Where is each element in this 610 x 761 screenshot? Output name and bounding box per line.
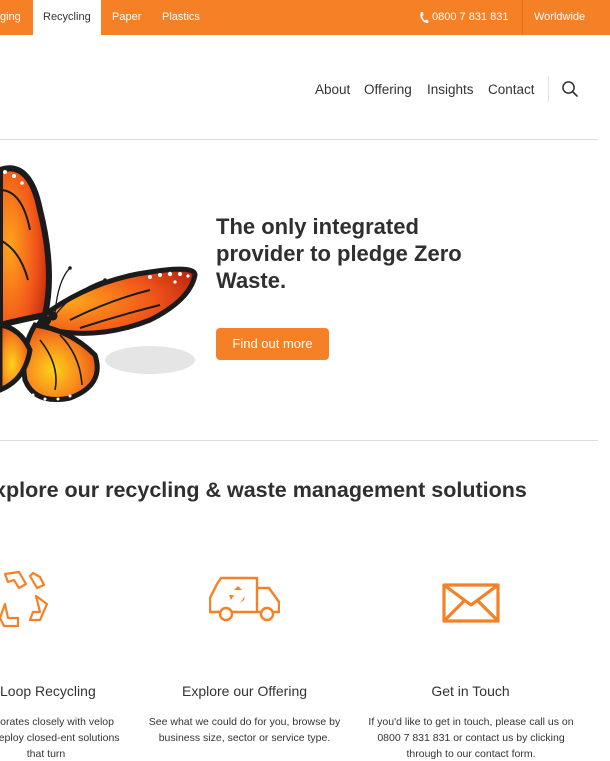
tab-plastics[interactable]: Plastics [162, 0, 200, 35]
nav-insights[interactable]: Insights [427, 80, 474, 100]
recycle-icon[interactable] [0, 568, 50, 630]
feature-description: See what we could do for you, browse by … [148, 716, 341, 744]
tab-recycling[interactable]: Recycling [33, 0, 101, 35]
section-divider [0, 440, 598, 441]
nav-divider [548, 76, 549, 102]
feature-description: ollaborates closely with velop and deplo… [0, 716, 120, 760]
phone-link[interactable]: 0800 7 831 831 [419, 0, 508, 35]
butterfly-image [0, 165, 198, 402]
nav-offering[interactable]: Offering [364, 80, 412, 100]
feature-title-loop-recycling[interactable]: Loop Recycling [0, 683, 96, 699]
phone-icon [420, 12, 429, 24]
search-icon[interactable] [561, 80, 579, 98]
feature-description: If you'd like to get in touch, please ca… [368, 716, 574, 760]
feature-title-explore-offering[interactable]: Explore our Offering [179, 683, 310, 699]
divider [522, 0, 523, 35]
recycling-truck-icon[interactable] [209, 576, 280, 622]
phone-number: 0800 7 831 831 [432, 11, 509, 23]
solutions-heading: xplore our recycling & waste management … [0, 478, 527, 502]
region-selector[interactable]: Worldwide [534, 0, 585, 35]
tab-packaging[interactable]: ging [0, 0, 21, 35]
nav-about[interactable]: About [315, 80, 350, 100]
header-divider [0, 139, 598, 140]
envelope-icon[interactable] [442, 583, 500, 623]
top-bar: ging Recycling Paper Plastics 0800 7 831… [0, 0, 610, 35]
feature-title-get-in-touch[interactable]: Get in Touch [425, 683, 516, 699]
nav-contact[interactable]: Contact [488, 80, 535, 100]
hero-headline: The only integrated provider to pledge Z… [216, 214, 462, 293]
tab-paper[interactable]: Paper [112, 0, 141, 35]
find-out-more-button[interactable]: Find out more [216, 328, 329, 360]
